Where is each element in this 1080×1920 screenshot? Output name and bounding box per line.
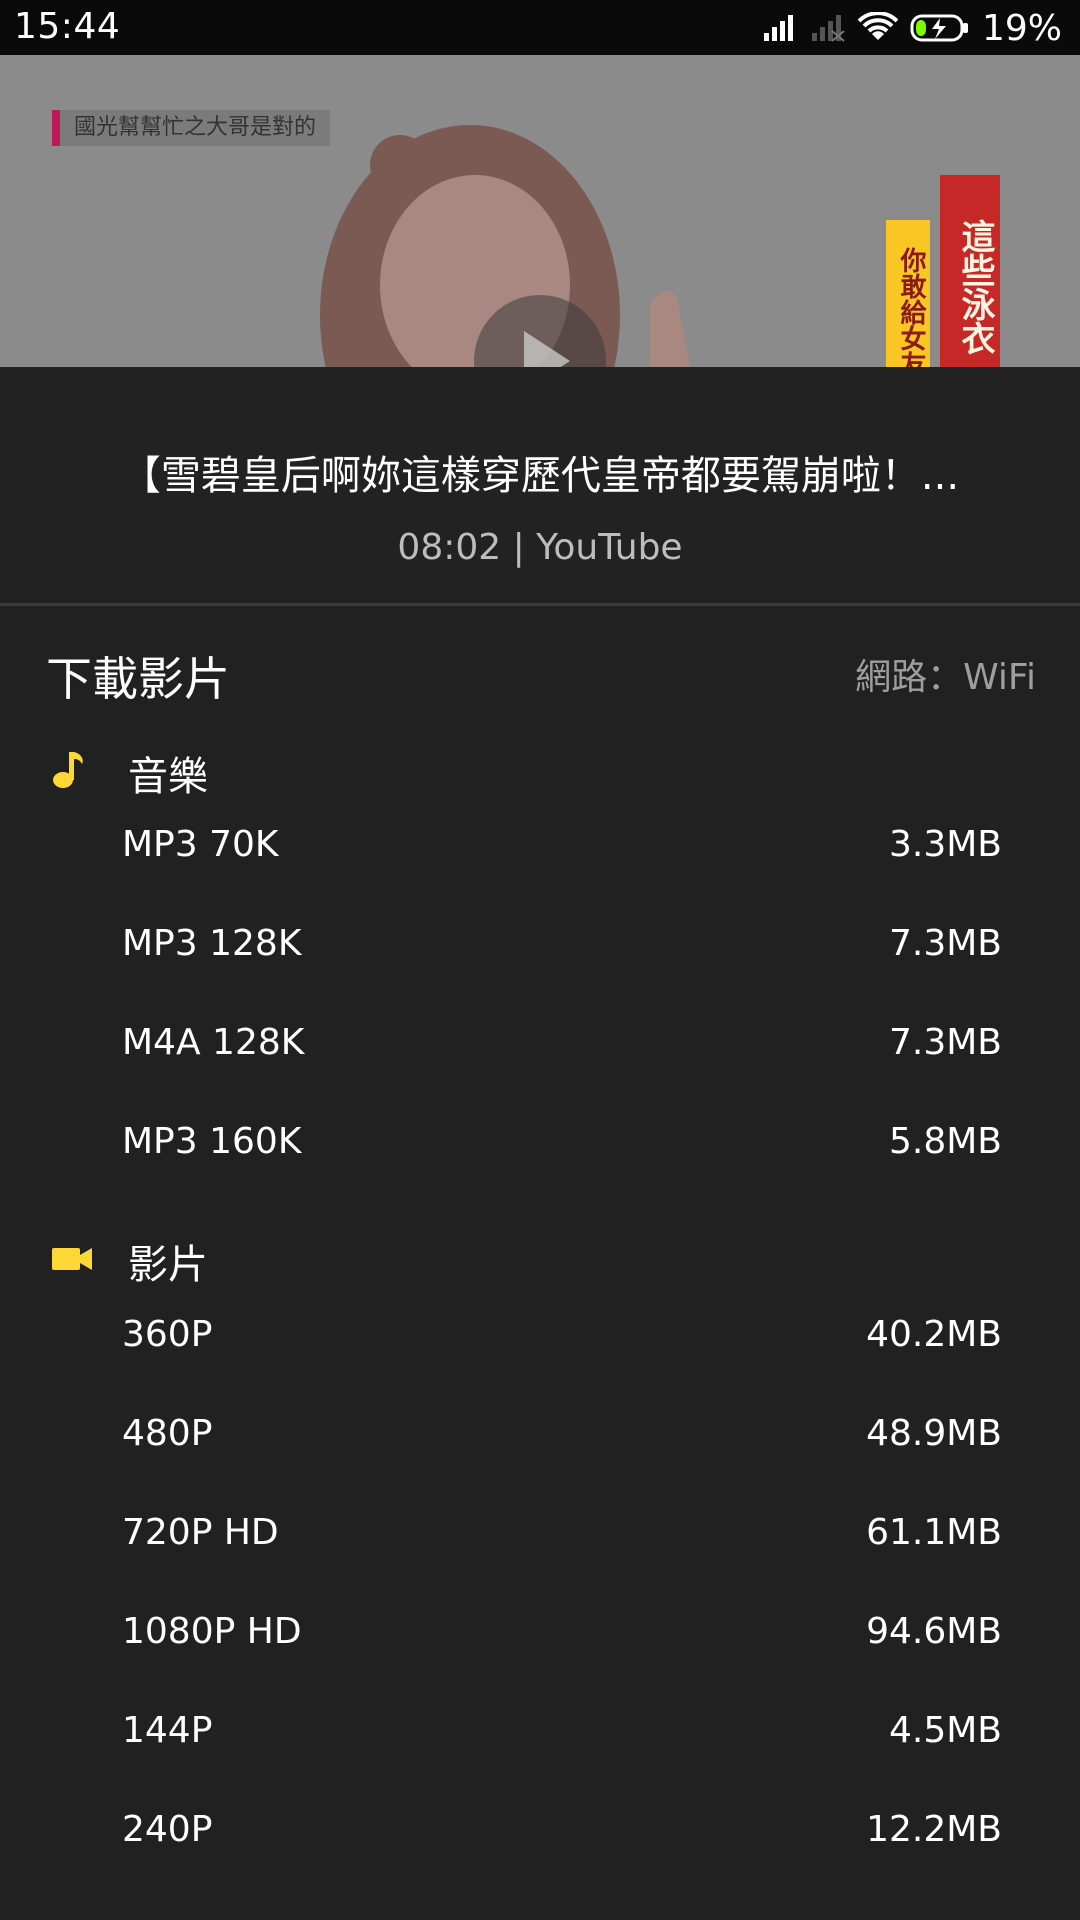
- video-option-360p[interactable]: 360P 40.2MB: [0, 1286, 1080, 1385]
- format-label: MP3 160K: [122, 1121, 302, 1162]
- video-title: 【雪碧皇后啊妳這樣穿歷代皇帝都要駕崩啦！...: [120, 453, 960, 499]
- format-label: 480P: [122, 1413, 213, 1454]
- file-size: 5.8MB: [888, 1121, 1002, 1162]
- file-size: 48.9MB: [866, 1413, 1002, 1454]
- format-label: 1080P HD: [122, 1611, 302, 1652]
- file-size: 7.3MB: [888, 1022, 1002, 1063]
- video-info: 【雪碧皇后啊妳這樣穿歷代皇帝都要駕崩啦！... 08:02 | YouTube: [0, 367, 1080, 605]
- music-group-header: 音樂: [0, 740, 1080, 800]
- file-size: 94.6MB: [866, 1611, 1002, 1652]
- battery-charging-icon: [910, 14, 968, 42]
- video-overlay-caption: 國光幫幫忙之大哥是對的: [52, 110, 331, 146]
- music-label: 音樂: [128, 754, 208, 800]
- format-label: MP3 70K: [122, 824, 279, 865]
- status-bar: 15:44 19%: [0, 0, 1080, 55]
- video-meta: 08:02 | YouTube: [397, 527, 683, 568]
- format-label: MP3 128K: [122, 923, 302, 964]
- file-size: 7.3MB: [888, 923, 1002, 964]
- file-size: 40.2MB: [866, 1314, 1002, 1355]
- banner-red: 這些泳衣: [940, 175, 1000, 367]
- music-option-m4a-128k[interactable]: M4A 128K 7.3MB: [0, 994, 1080, 1093]
- download-title: 下載影片: [46, 652, 230, 706]
- music-option-mp3-70k[interactable]: MP3 70K 3.3MB: [0, 796, 1080, 895]
- video-option-144p[interactable]: 144P 4.5MB: [0, 1682, 1080, 1781]
- divider: [0, 603, 1080, 606]
- format-label: 720P HD: [122, 1512, 279, 1553]
- file-size: 12.2MB: [866, 1809, 1002, 1850]
- status-icons: 19%: [762, 6, 1062, 50]
- network-status: 網路：WiFi: [855, 657, 1036, 698]
- signal-off-icon: [811, 15, 845, 42]
- video-option-1080p-hd[interactable]: 1080P HD 94.6MB: [0, 1583, 1080, 1682]
- video-option-480p[interactable]: 480P 48.9MB: [0, 1385, 1080, 1484]
- music-option-mp3-128k[interactable]: MP3 128K 7.3MB: [0, 895, 1080, 994]
- video-option-720p-hd[interactable]: 720P HD 61.1MB: [0, 1484, 1080, 1583]
- file-size: 61.1MB: [866, 1512, 1002, 1553]
- format-label: 240P: [122, 1809, 213, 1850]
- signal-icon: [763, 15, 793, 41]
- banner-yellow: 你敢給女友: [886, 220, 930, 367]
- format-label: 360P: [122, 1314, 213, 1355]
- format-label: 144P: [122, 1710, 213, 1751]
- battery-percent: 19%: [981, 7, 1062, 49]
- status-time: 15:44: [14, 6, 121, 47]
- video-label: 影片: [128, 1242, 208, 1288]
- music-note-icon: [50, 750, 90, 794]
- video-group-header: 影片: [0, 1228, 1080, 1288]
- music-option-mp3-160k[interactable]: MP3 160K 5.8MB: [0, 1093, 1080, 1192]
- file-size: 3.3MB: [888, 824, 1002, 865]
- wifi-icon: [857, 12, 898, 40]
- video-option-240p[interactable]: 240P 12.2MB: [0, 1781, 1080, 1880]
- format-label: M4A 128K: [122, 1022, 305, 1063]
- video-thumbnail[interactable]: 國光幫幫忙之大哥是對的 你敢給女友 這些泳衣: [0, 55, 1080, 367]
- file-size: 4.5MB: [888, 1710, 1002, 1751]
- video-camera-icon: [50, 1238, 94, 1282]
